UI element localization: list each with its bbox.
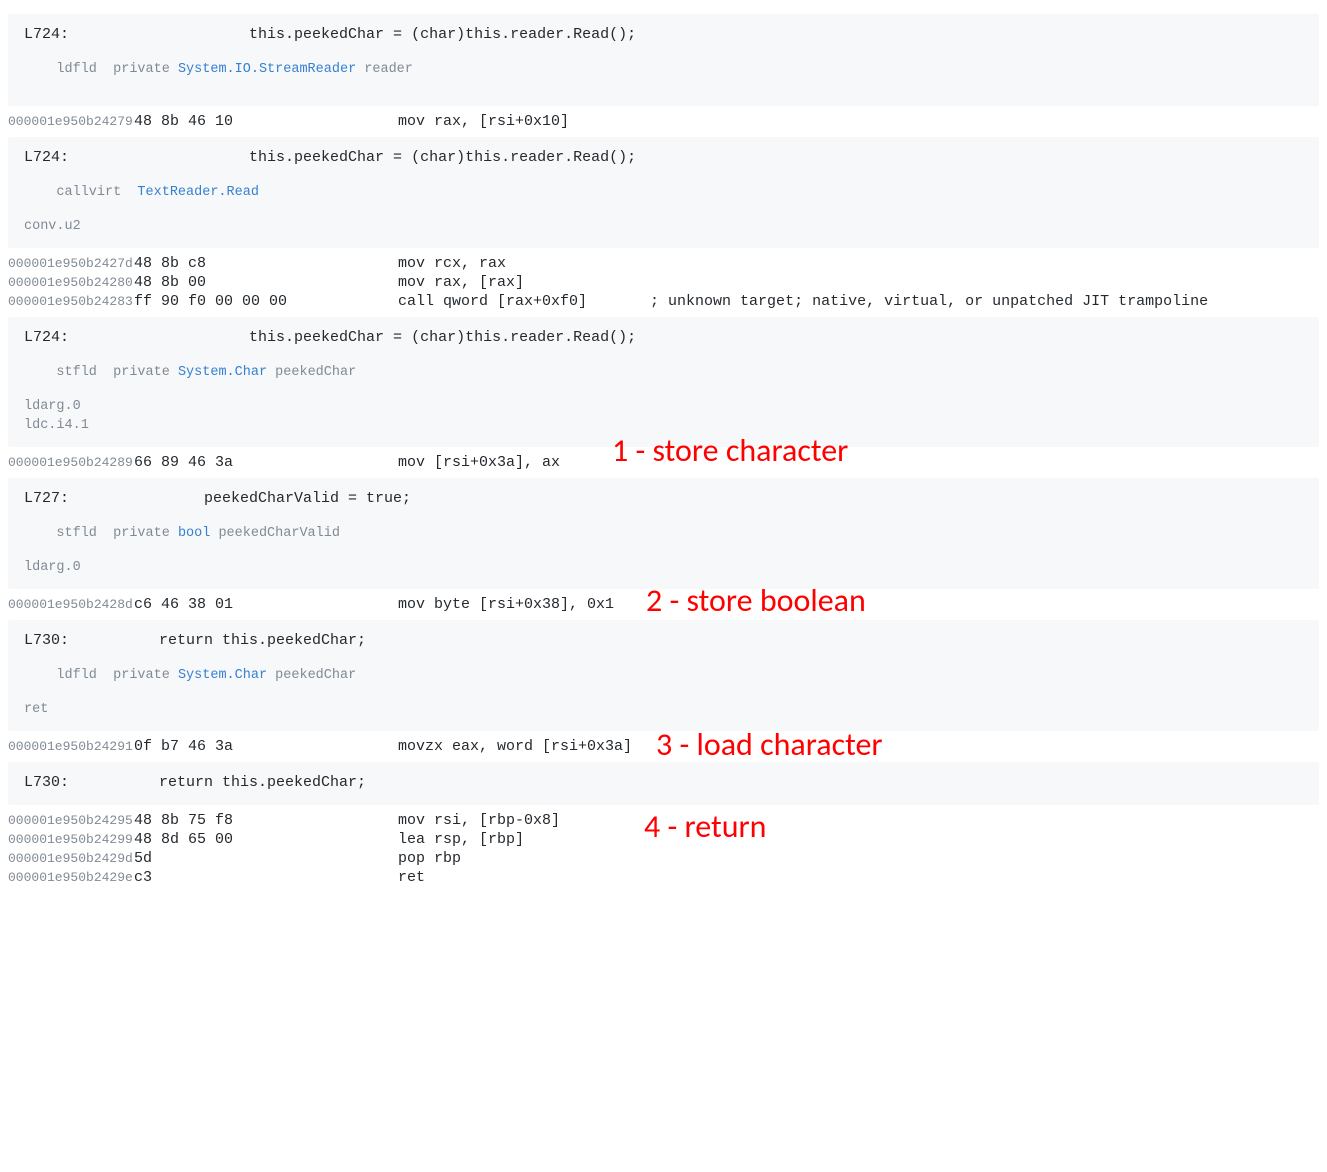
asm-bytes: 48 8b 46 10 — [134, 113, 398, 130]
asm-address: 000001e950b24280 — [8, 275, 134, 290]
il-line: stfld private System.Char peekedChar — [24, 350, 1303, 395]
source-block: L724: this.peekedChar = (char)this.reade… — [8, 14, 1319, 106]
asm-instruction: call qword [rax+0xf0] ; unknown target; … — [398, 293, 1319, 310]
asm-address: 000001e950b2427d — [8, 256, 134, 271]
type-link[interactable]: System.IO.StreamReader — [178, 62, 356, 77]
asm-instruction: mov rsi, [rbp-0x8] — [398, 812, 1319, 829]
asm-instruction: ret — [398, 869, 1319, 886]
asm-address: 000001e950b2429d — [8, 851, 134, 866]
asm-bytes: ff 90 f0 00 00 00 — [134, 293, 398, 310]
il-line: ldfld private System.IO.StreamReader rea… — [24, 47, 1303, 92]
source-block: L730: return this.peekedChar; — [8, 762, 1319, 805]
annotation: 3 - load character — [656, 725, 883, 764]
asm-row: 000001e950b24295 48 8b 75 f8 mov rsi, [r… — [8, 811, 1319, 830]
asm-row: 000001e950b2428d c6 46 38 01 mov byte [r… — [8, 595, 1319, 614]
asm-instruction: mov rax, [rax] — [398, 274, 1319, 291]
source-block: L724: this.peekedChar = (char)this.reade… — [8, 317, 1319, 447]
il-line: ldfld private System.Char peekedChar — [24, 653, 1303, 698]
asm-address: 000001e950b24291 — [8, 739, 134, 754]
asm-instruction: lea rsp, [rbp] — [398, 831, 1319, 848]
type-link[interactable]: System.Char — [178, 365, 267, 380]
asm-row: 000001e950b2429d 5d pop rbp — [8, 849, 1319, 868]
il-line: ret — [24, 702, 1303, 717]
annotation: 1 - store character — [612, 431, 848, 470]
il-line: callvirt TextReader.Read — [24, 170, 1303, 215]
asm-address: 000001e950b24299 — [8, 832, 134, 847]
asm-address: 000001e950b24283 — [8, 294, 134, 309]
asm-address: 000001e950b2428d — [8, 597, 134, 612]
asm-bytes: c3 — [134, 869, 398, 886]
asm-row: 000001e950b24280 48 8b 00 mov rax, [rax] — [8, 273, 1319, 292]
asm-row: 000001e950b2427d 48 8b c8 mov rcx, rax — [8, 254, 1319, 273]
il-line: ldarg.0 — [24, 560, 1303, 575]
asm-address: 000001e950b24289 — [8, 455, 134, 470]
asm-row: 000001e950b24299 48 8d 65 00 lea rsp, [r… — [8, 830, 1319, 849]
asm-bytes: 48 8b 75 f8 — [134, 812, 398, 829]
asm-row: 000001e950b24279 48 8b 46 10 mov rax, [r… — [8, 112, 1319, 131]
asm-instruction: mov [rsi+0x3a], ax — [398, 454, 1319, 471]
source-block: L724: this.peekedChar = (char)this.reade… — [8, 137, 1319, 248]
asm-bytes: 48 8b c8 — [134, 255, 398, 272]
source-line: L727: peekedCharValid = true; — [24, 490, 1303, 507]
asm-bytes: 66 89 46 3a — [134, 454, 398, 471]
asm-row: 000001e950b24289 66 89 46 3a mov [rsi+0x… — [8, 453, 1319, 472]
source-line: L724: this.peekedChar = (char)this.reade… — [24, 329, 1303, 346]
asm-bytes: 5d — [134, 850, 398, 867]
source-line: L724: this.peekedChar = (char)this.reade… — [24, 149, 1303, 166]
asm-address: 000001e950b2429e — [8, 870, 134, 885]
type-link[interactable]: TextReader.Read — [137, 185, 259, 200]
source-line: L730: return this.peekedChar; — [24, 632, 1303, 649]
asm-instruction: pop rbp — [398, 850, 1319, 867]
asm-bytes: 48 8d 65 00 — [134, 831, 398, 848]
source-block: L730: return this.peekedChar; ldfld priv… — [8, 620, 1319, 731]
asm-row: 000001e950b2429e c3 ret — [8, 868, 1319, 887]
asm-bytes: 48 8b 00 — [134, 274, 398, 291]
asm-address: 000001e950b24279 — [8, 114, 134, 129]
asm-instruction: mov rcx, rax — [398, 255, 1319, 272]
annotation: 2 - store boolean — [646, 581, 866, 620]
asm-address: 000001e950b24295 — [8, 813, 134, 828]
source-block: L727: peekedCharValid = true; stfld priv… — [8, 478, 1319, 589]
asm-instruction: mov rax, [rsi+0x10] — [398, 113, 1319, 130]
asm-bytes: c6 46 38 01 — [134, 596, 398, 613]
type-link[interactable]: System.Char — [178, 668, 267, 683]
il-line: conv.u2 — [24, 219, 1303, 234]
asm-row: 000001e950b24291 0f b7 46 3a movzx eax, … — [8, 737, 1319, 756]
source-line: L730: return this.peekedChar; — [24, 774, 1303, 791]
asm-row: 000001e950b24283 ff 90 f0 00 00 00 call … — [8, 292, 1319, 311]
il-line: ldarg.0 — [24, 399, 1303, 414]
asm-bytes: 0f b7 46 3a — [134, 738, 398, 755]
source-line: L724: this.peekedChar = (char)this.reade… — [24, 26, 1303, 43]
il-line: stfld private bool peekedCharValid — [24, 511, 1303, 556]
type-link[interactable]: bool — [178, 526, 210, 541]
